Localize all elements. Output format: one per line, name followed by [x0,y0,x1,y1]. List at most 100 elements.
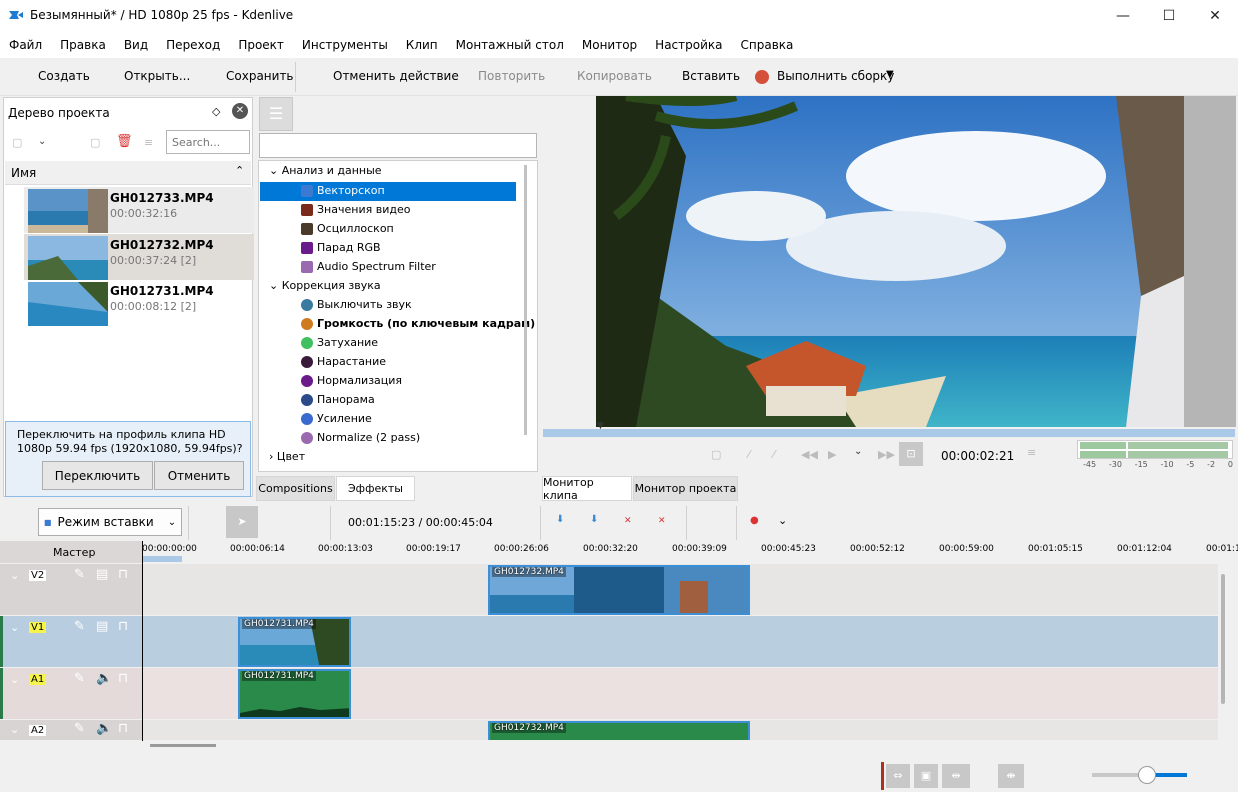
monitor-timeline-ruler[interactable] [543,429,1235,437]
project-clip-item[interactable]: GH012731.MP4 00:00:08:12 [2] [24,280,254,326]
create-button[interactable]: Создать [38,69,90,83]
maximize-button[interactable]: ☐ [1146,0,1192,31]
lock-icon[interactable]: ⊓ [118,567,128,582]
video-preview[interactable] [596,96,1184,427]
category-color[interactable]: › Цвет [269,450,305,463]
chevron-down-icon[interactable]: ⌄ [38,136,46,147]
play-icon[interactable]: ▶ [828,448,836,461]
film-icon[interactable]: ▤ [96,567,108,582]
close-button[interactable]: ✕ [1192,0,1238,31]
menu-help[interactable]: Справка [732,38,803,52]
tab-project-monitor[interactable]: Монитор проекта [633,476,738,501]
track-header-a1[interactable]: ⌄ A1 ✎ 🔈 ⊓ [0,668,142,719]
master-header[interactable]: Мастер [0,541,142,563]
effects-icon[interactable]: ✎ [74,721,85,736]
effect-item[interactable]: Усиление [301,412,372,425]
track-header-v1[interactable]: ⌄ V1 ✎ ▤ ⊓ [0,616,142,667]
redo-button[interactable]: Повторить [478,69,545,83]
rewind-icon[interactable]: ◀◀ [801,448,818,461]
search-input[interactable] [166,130,250,154]
menu-settings[interactable]: Настройка [646,38,731,52]
float-panel-icon[interactable]: ◇ [212,105,220,118]
menu-project[interactable]: Проект [229,38,293,52]
audio-waveform-icon[interactable]: ⇹ [942,764,970,788]
zone-indicator[interactable] [142,556,182,562]
effect-item[interactable]: Векторскоп [301,184,385,197]
record-icon[interactable]: ● [750,515,759,526]
save-button[interactable]: Сохранить [226,69,294,83]
delete-icon[interactable]: 🗑 [116,134,133,149]
menu-file[interactable]: Файл [0,38,51,52]
menu-clip[interactable]: Клип [397,38,447,52]
playhead[interactable] [142,541,143,741]
effects-scrollbar[interactable] [524,165,527,435]
add-clip-icon[interactable]: ▢ [12,136,22,149]
speaker-icon[interactable]: 🔈 [96,721,112,736]
track-name[interactable]: A1 [29,674,47,685]
render-dropdown-icon[interactable]: ▼ [886,69,894,80]
playhead-marker-icon[interactable]: ▼ [597,421,604,431]
track-a1[interactable]: GH012731.MP4 [142,668,1218,719]
category-audio-correction[interactable]: ⌄ Коррекция звука [269,279,381,292]
menu-timeline[interactable]: Монтажный стол [447,38,573,52]
track-name[interactable]: V1 [29,622,47,633]
effect-item[interactable]: Громкость (по ключевым кадрам) [301,317,535,330]
effect-item[interactable]: Значения видео [301,203,410,216]
track-a2[interactable]: GH012732.MP4 [142,720,1218,740]
cancel-profile-button[interactable]: Отменить [154,461,244,490]
collapse-icon[interactable]: ⌄ [10,569,19,582]
forward-icon[interactable]: ▶▶ [878,448,895,461]
zone-in-icon[interactable]: ▢ [711,448,721,461]
mark-icon[interactable]: ⁄ [773,448,775,461]
collapse-icon[interactable]: ⌄ [10,723,19,736]
effect-item[interactable]: Normalize (2 pass) [301,431,420,444]
film-icon[interactable]: ▣ [914,764,938,788]
effects-icon[interactable]: ✎ [74,567,85,582]
open-button[interactable]: Открыть... [124,69,190,83]
selection-tool-icon[interactable]: ➤ [226,506,258,538]
overwrite-clip-icon[interactable]: ⬇ [590,514,598,525]
speaker-icon[interactable]: 🔈 [96,671,112,686]
sort-ascending-icon[interactable]: ⌃ [235,164,244,177]
timeline-clip[interactable]: GH012732.MP4 [488,565,750,615]
paste-button[interactable]: Вставить [682,69,740,83]
effect-item[interactable]: Нарастание [301,355,386,368]
more-options-icon[interactable]: ⌄ [778,514,787,527]
render-button[interactable]: Выполнить сборку [777,69,894,83]
timeline-vscrollbar[interactable] [1221,574,1225,704]
effect-item[interactable]: Audio Spectrum Filter [301,260,436,273]
menu-transition[interactable]: Переход [157,38,229,52]
lift-icon[interactable]: ✕ [624,516,632,526]
monitor-timecode[interactable]: 00:00:02:21 [941,449,1014,463]
track-name[interactable]: A2 [29,725,47,736]
zoom-slider-handle[interactable] [1138,766,1156,784]
lock-icon[interactable]: ⊓ [118,619,128,634]
track-name[interactable]: V2 [29,570,47,581]
track-v1[interactable]: GH012731.MP4 [142,616,1218,667]
effect-list-icon[interactable]: ☰ [259,97,293,131]
switch-profile-button[interactable]: Переключить [42,461,153,490]
lock-icon[interactable]: ⊓ [118,721,128,736]
snap-icon[interactable]: ⇔ [886,764,910,788]
name-column-header[interactable]: Имя ⌃ [5,161,251,185]
effect-item[interactable]: Панорама [301,393,375,406]
folder-icon[interactable]: ▢ [90,136,100,149]
collapse-icon[interactable]: ⌄ [10,621,19,634]
lock-icon[interactable]: ⊓ [118,671,128,686]
minimize-button[interactable]: — [1100,0,1146,31]
tab-clip-monitor[interactable]: Монитор клипа [542,476,632,502]
track-header-a2[interactable]: ⌄ A2 ✎ 🔈 ⊓ [0,720,142,740]
copy-button[interactable]: Копировать [577,69,652,83]
timecode-spin-icon[interactable]: ≡ [1027,446,1036,459]
undo-button[interactable]: Отменить действие [333,69,459,83]
timeline-clip[interactable]: GH012732.MP4 [488,721,750,740]
effects-icon[interactable]: ✎ [74,671,85,686]
effects-icon[interactable]: ✎ [74,619,85,634]
category-analysis[interactable]: ⌄ Анализ и данные [269,164,382,177]
edit-mode-dropdown[interactable]: ■ Режим вставки ⌄ [38,508,182,536]
tab-effects[interactable]: Эффекты [336,476,415,501]
close-panel-icon[interactable]: ✕ [232,103,248,119]
effect-item[interactable]: Затухание [301,336,378,349]
effect-item[interactable]: Выключить звук [301,298,412,311]
insert-clip-icon[interactable]: ⬇ [556,514,564,525]
